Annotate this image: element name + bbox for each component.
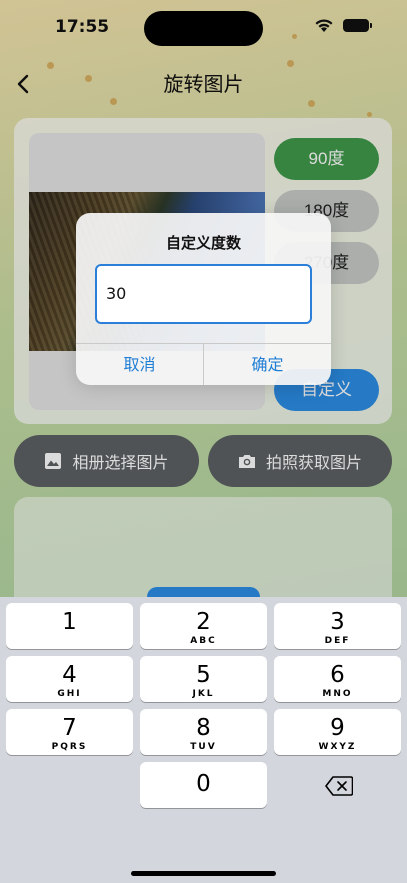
key-letters: ABC xyxy=(190,636,217,646)
key-letters: WXYZ xyxy=(318,742,357,752)
key-letters: GHI xyxy=(57,689,82,699)
key-8[interactable]: 8 TUV xyxy=(140,709,267,755)
home-indicator[interactable] xyxy=(131,871,276,876)
key-1[interactable]: 1 xyxy=(6,603,133,649)
custom-degree-dialog: 自定义度数 30 取消 确定 xyxy=(76,213,331,385)
key-number: 7 xyxy=(62,715,77,741)
key-letters: JKL xyxy=(192,689,215,699)
key-number: 8 xyxy=(196,715,211,741)
cancel-button[interactable]: 取消 xyxy=(76,344,203,385)
key-number: 1 xyxy=(62,609,77,635)
key-4[interactable]: 4 GHI xyxy=(6,656,133,702)
degree-input[interactable]: 30 xyxy=(95,264,312,324)
dialog-title: 自定义度数 xyxy=(165,234,241,252)
key-number: 9 xyxy=(330,715,345,741)
key-2[interactable]: 2 ABC xyxy=(140,603,267,649)
key-9[interactable]: 9 WXYZ xyxy=(274,709,401,755)
key-letters: TUV xyxy=(190,742,217,752)
key-number: 3 xyxy=(330,609,345,635)
key-number: 6 xyxy=(330,662,345,688)
key-6[interactable]: 6 MNO xyxy=(274,656,401,702)
key-number: 2 xyxy=(196,609,211,635)
delete-key-icon[interactable] xyxy=(325,776,353,796)
key-number: 4 xyxy=(62,662,77,688)
key-number: 0 xyxy=(196,771,211,797)
key-letters: PQRS xyxy=(51,742,88,752)
confirm-button[interactable]: 确定 xyxy=(204,344,331,385)
key-3[interactable]: 3 DEF xyxy=(274,603,401,649)
key-number: 5 xyxy=(196,662,211,688)
key-letters: MNO xyxy=(322,689,353,699)
key-5[interactable]: 5 JKL xyxy=(140,656,267,702)
key-0[interactable]: 0 xyxy=(140,762,267,808)
key-letters: DEF xyxy=(324,636,351,646)
key-7[interactable]: 7 PQRS xyxy=(6,709,133,755)
